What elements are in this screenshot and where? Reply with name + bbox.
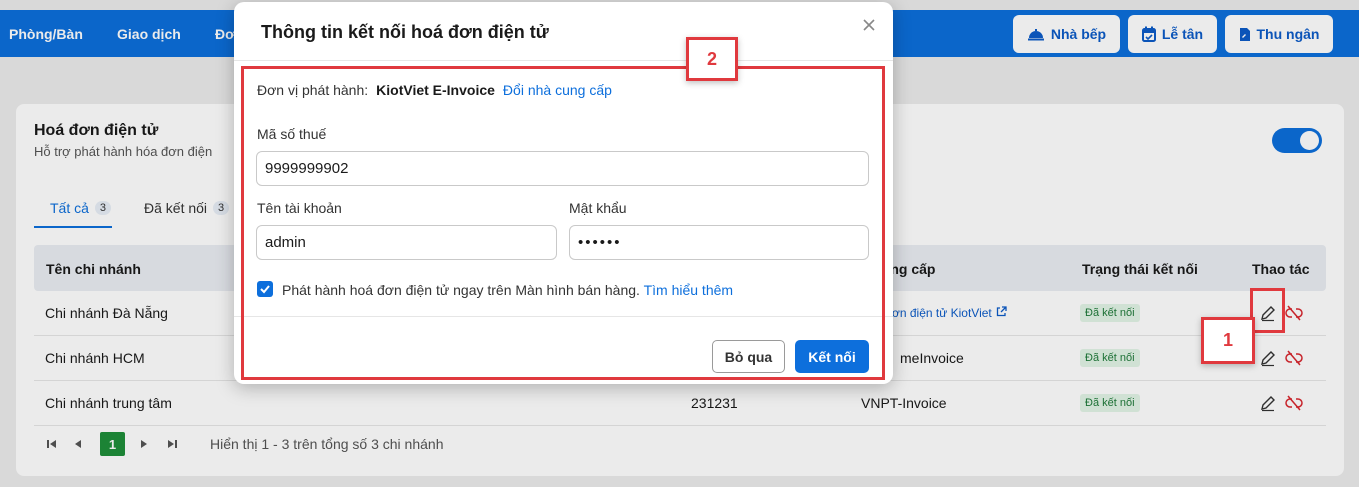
annotation-box-edit-action xyxy=(1250,288,1285,333)
annotation-tag-2: 2 xyxy=(686,37,738,81)
annotation-box-dialog-form xyxy=(241,66,885,380)
dialog-title: Thông tin kết nối hoá đơn điện tử xyxy=(261,22,549,42)
annotation-tag-1: 1 xyxy=(1201,317,1255,364)
dialog-divider xyxy=(234,60,893,61)
close-icon[interactable] xyxy=(861,17,877,33)
